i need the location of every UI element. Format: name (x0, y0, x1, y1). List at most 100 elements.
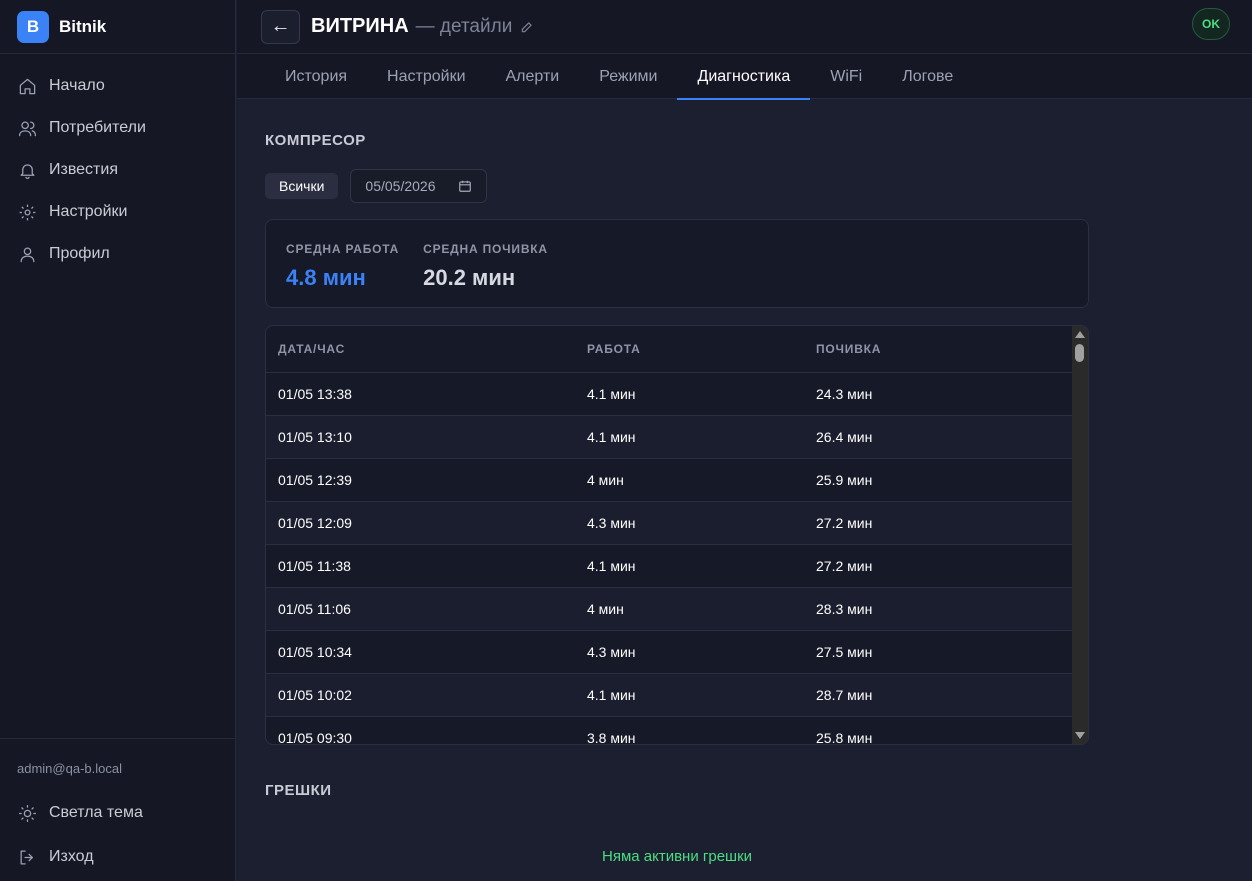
date-picker-input[interactable]: 05/05/2026 (350, 169, 488, 203)
tab-alerts[interactable]: Алерти (486, 54, 580, 99)
cell-work: 3.8 мин (587, 730, 636, 744)
tab-wifi[interactable]: WiFi (810, 54, 882, 99)
cell-rest: 28.3 мин (816, 601, 873, 617)
avg-work-stat: СРЕДНА РАБОТА 4.8 мин (286, 242, 399, 307)
logout-label: Изход (49, 848, 94, 865)
scrollbar-thumb[interactable] (1075, 344, 1084, 362)
section-title-compressor: КОМПРЕСОР (265, 132, 366, 149)
compressor-cycles-table: ДАТА/ЧАС РАБОТА ПОЧИВКА 01/05 13:38 4.1 м… (265, 325, 1089, 745)
table-body: 01/05 13:38 4.1 мин 24.3 мин 01/05 13:10 4.1… (266, 373, 1072, 744)
user-email: admin@qa-b.local (17, 761, 122, 776)
cell-work: 4.1 мин (587, 386, 636, 402)
sidebar-item-label: Настройки (49, 203, 128, 220)
cell-rest: 25.8 мин (816, 730, 873, 744)
cell-datetime: 01/05 10:34 (278, 644, 352, 660)
table-row: 01/05 10:02 4.1 мин 28.7 мин (266, 674, 1072, 717)
cell-rest: 27.2 мин (816, 515, 873, 531)
sidebar-item-notifications[interactable]: Известия (0, 149, 235, 191)
sidebar-item-label: Профил (49, 245, 110, 262)
users-icon (18, 121, 37, 136)
avg-rest-label: СРЕДНА ПОЧИВКА (423, 242, 548, 256)
cell-datetime: 01/05 12:09 (278, 515, 352, 531)
tab-history[interactable]: История (265, 54, 367, 99)
avg-rest-stat: СРЕДНА ПОЧИВКА 20.2 мин (423, 242, 548, 307)
sidebar-item-users[interactable]: Потребители (0, 107, 235, 149)
cell-datetime: 01/05 11:06 (278, 601, 351, 617)
table-row: 01/05 10:34 4.3 мин 27.5 мин (266, 631, 1072, 674)
cell-datetime: 01/05 13:38 (278, 386, 352, 402)
avg-rest-value: 20.2 мин (423, 265, 516, 290)
cell-rest: 28.7 мин (816, 687, 873, 703)
theme-toggle-label: Светла тема (49, 804, 143, 821)
cell-rest: 27.5 мин (816, 644, 873, 660)
cell-datetime: 01/05 12:39 (278, 472, 352, 488)
no-errors-message: Няма активни грешки (601, 848, 753, 865)
sidebar-item-label: Потребители (49, 119, 146, 136)
date-value: 05/05/2026 (365, 178, 436, 194)
cell-datetime: 01/05 10:02 (278, 687, 352, 703)
sidebar-item-profile[interactable]: Профил (0, 233, 235, 275)
cell-work: 4.1 мин (587, 558, 636, 574)
cell-datetime: 01/05 11:38 (278, 558, 351, 574)
pencil-icon[interactable] (520, 20, 534, 34)
cell-datetime: 01/05 13:10 (278, 429, 352, 445)
compressor-stats-card: СРЕДНА РАБОТА 4.8 мин СРЕДНА ПОЧИВКА 20.… (265, 219, 1089, 308)
column-header-work: РАБОТА (587, 342, 641, 356)
page-title-suffix: — детайли (415, 15, 513, 37)
status-badge: OK (1192, 8, 1230, 40)
sidebar-item-settings[interactable]: Настройки (0, 191, 235, 233)
cell-work: 4 мин (587, 472, 624, 488)
sidebar-footer: admin@qa-b.local Светла тема Изход (0, 738, 235, 881)
sidebar-item-home[interactable]: Начало (0, 65, 235, 107)
column-header-rest: ПОЧИВКА (816, 342, 882, 356)
cell-datetime: 01/05 09:30 (278, 730, 352, 744)
brand-logo: B (17, 10, 49, 43)
calendar-icon[interactable] (458, 179, 472, 193)
table-header: ДАТА/ЧАС РАБОТА ПОЧИВКА (266, 326, 1072, 373)
logout-button[interactable]: Изход (0, 835, 235, 879)
cell-rest: 27.2 мин (816, 558, 873, 574)
brand-name: Bitnik (59, 16, 107, 36)
tab-logs[interactable]: Логове (882, 54, 973, 99)
page-header: ← ВИТРИНА — детайли OK (237, 0, 1252, 54)
sun-icon (18, 804, 37, 822)
gear-icon (19, 204, 36, 220)
tab-diagnostics[interactable]: Диагностика (677, 54, 811, 100)
avg-work-label: СРЕДНА РАБОТА (286, 242, 400, 256)
sidebar-item-label: Известия (49, 161, 118, 178)
cell-work: 4 мин (587, 601, 624, 617)
cell-work: 4.3 мин (587, 644, 636, 660)
section-title-errors: ГРЕШКИ (265, 782, 332, 799)
compressor-filters: Всички 05/05/2026 (265, 169, 488, 203)
filter-all-chip[interactable]: Всички (265, 173, 339, 199)
column-header-datetime: ДАТА/ЧАС (278, 342, 346, 356)
back-button[interactable]: ← (261, 9, 300, 44)
brand[interactable]: B Bitnik (0, 0, 235, 54)
cell-work: 4.3 мин (587, 515, 636, 531)
scroll-down-arrow-icon[interactable] (1075, 732, 1085, 739)
theme-toggle[interactable]: Светла тема (0, 791, 235, 835)
cell-work: 4.1 мин (587, 429, 636, 445)
table-row: 01/05 13:38 4.1 мин 24.3 мин (266, 373, 1072, 416)
bell-icon (20, 163, 35, 179)
table-row: 01/05 12:09 4.3 мин 27.2 мин (266, 502, 1072, 545)
logout-icon (20, 850, 33, 864)
tab-modes[interactable]: Режими (579, 54, 677, 99)
table-scrollbar[interactable] (1072, 326, 1088, 744)
table-row: 01/05 09:30 3.8 мин 25.8 мин (266, 717, 1072, 744)
table-row: 01/05 11:06 4 мин 28.3 мин (266, 588, 1072, 631)
user-icon (20, 247, 35, 262)
tab-bar: История Настройки Алерти Режими Диагност… (237, 54, 1252, 100)
home-icon (19, 78, 36, 94)
table-scroll-area[interactable]: ДАТА/ЧАС РАБОТА ПОЧИВКА 01/05 13:38 4.1 м… (266, 326, 1072, 744)
sidebar: B Bitnik Начало Потребители Известия Нас… (0, 0, 236, 881)
cell-rest: 26.4 мин (816, 429, 873, 445)
avg-work-value: 4.8 мин (286, 265, 366, 290)
table-row: 01/05 11:38 4.1 мин 27.2 мин (266, 545, 1072, 588)
sidebar-nav: Начало Потребители Известия Настройки Пр… (0, 54, 235, 275)
table-row: 01/05 13:10 4.1 мин 26.4 мин (266, 416, 1072, 459)
sidebar-item-label: Начало (49, 77, 105, 94)
scroll-up-arrow-icon[interactable] (1075, 331, 1085, 338)
table-row: 01/05 12:39 4 мин 25.9 мин (266, 459, 1072, 502)
tab-settings[interactable]: Настройки (367, 54, 485, 99)
